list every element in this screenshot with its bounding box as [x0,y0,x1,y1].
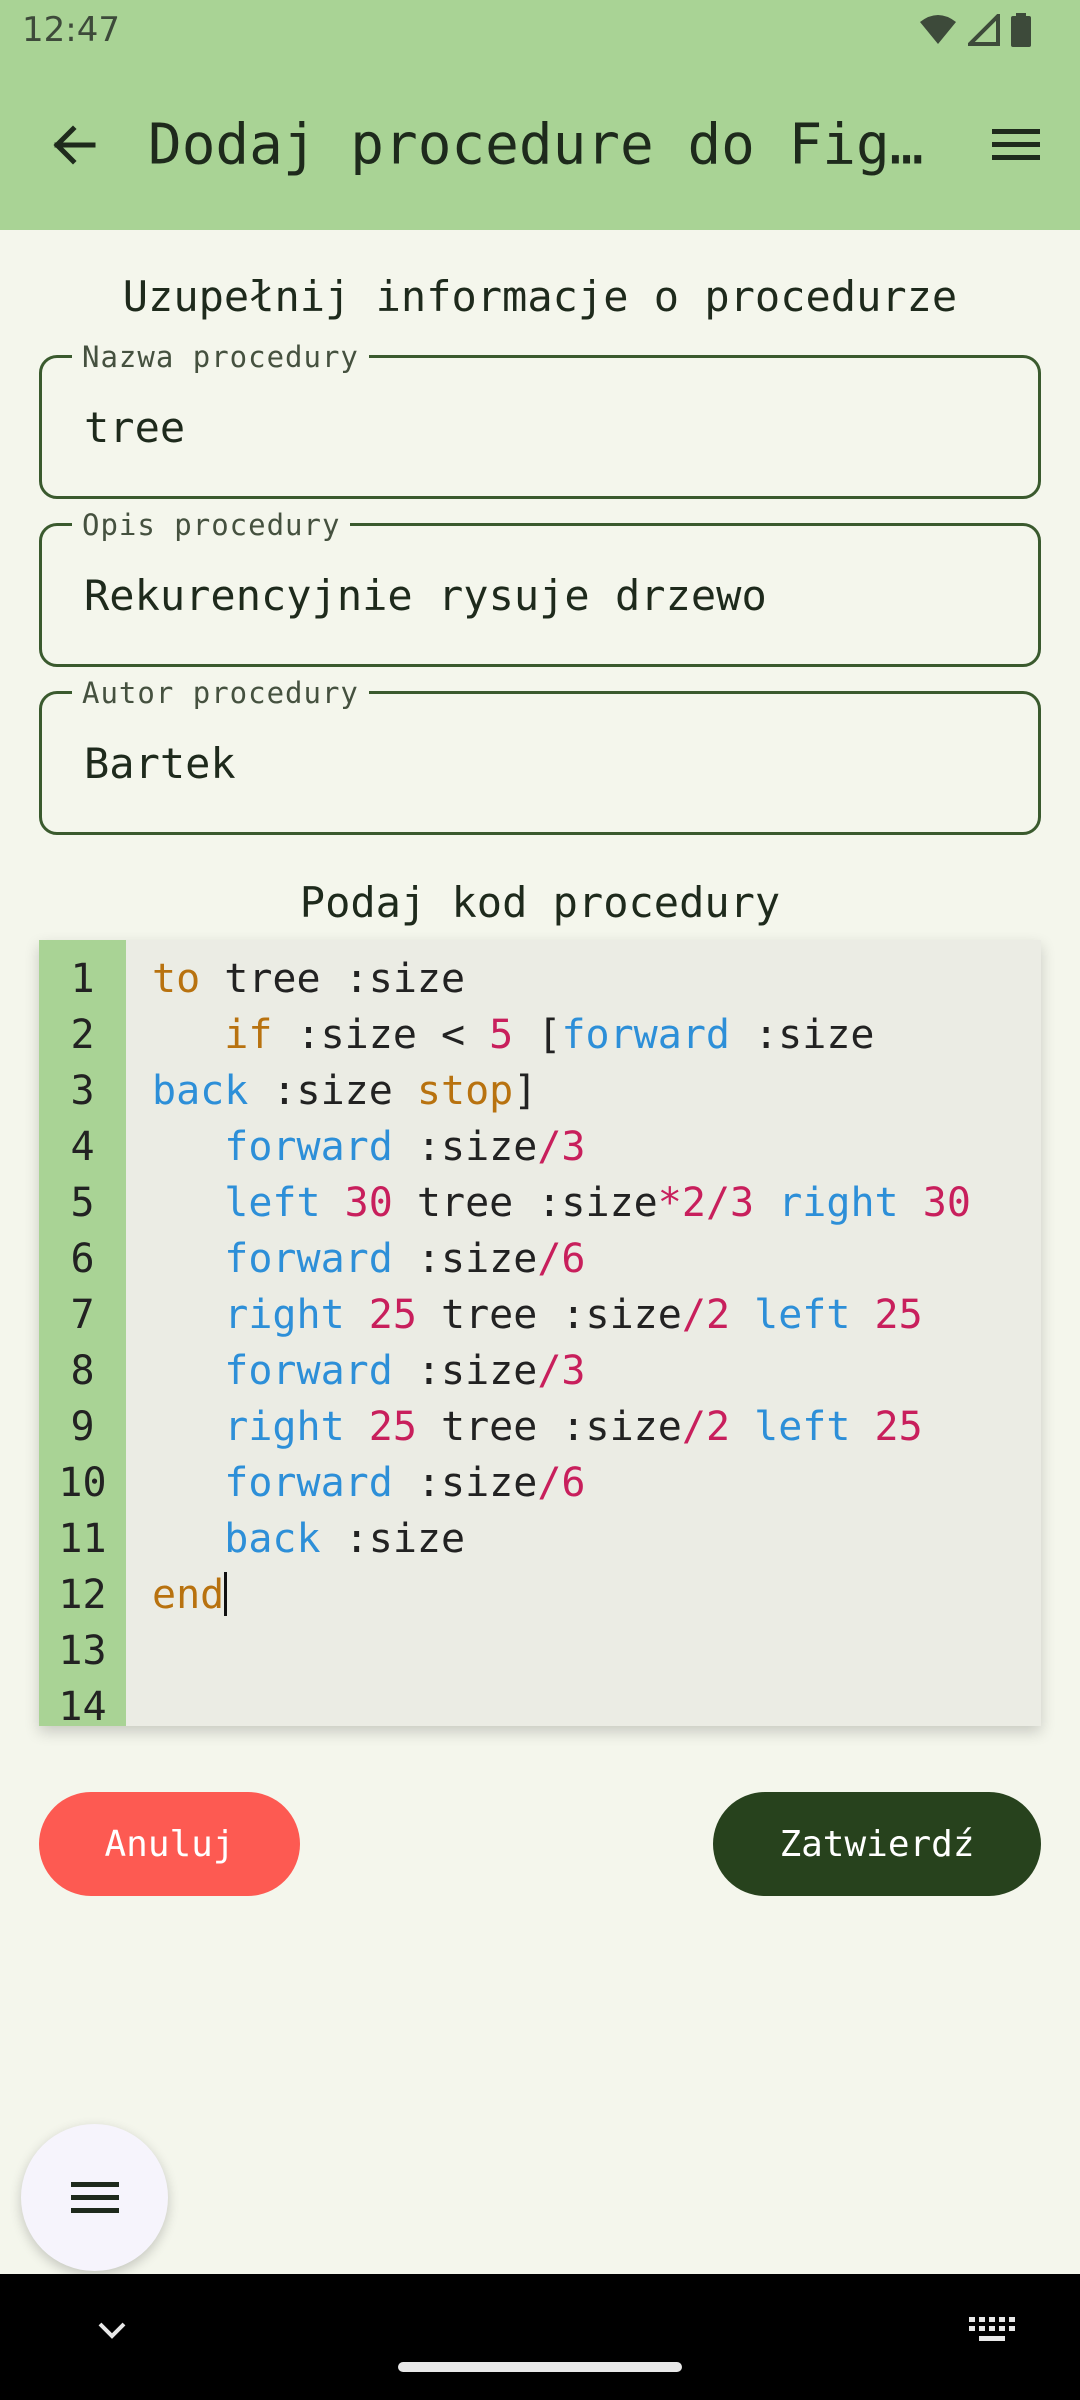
line-number: 6 [70,1236,95,1282]
code-line[interactable]: forward :size/3 [152,1119,1041,1175]
confirm-button[interactable]: Zatwierdź [713,1792,1041,1896]
system-nav-bar [0,2274,1080,2400]
code-line[interactable]: back :size [152,1511,1041,1567]
code-area[interactable]: to tree :size if :size < 5 [forward :siz… [126,940,1041,1726]
code-line[interactable]: right 25 tree :size/2 left 25 [152,1287,1041,1343]
procedure-description-field[interactable]: Opis procedury Rekurencyjnie rysuje drze… [39,509,1041,667]
wifi-icon [920,15,956,44]
line-number-gutter: 1 2 3 4 5 6 7 8 9 10 11 12 13 14 [39,940,126,1730]
code-line[interactable]: right 25 tree :size/2 left 25 [152,1399,1041,1455]
line-number: 13 [58,1628,107,1674]
hamburger-menu-icon [992,129,1040,160]
procedure-name-input[interactable]: tree [84,358,1004,496]
code-line[interactable]: back :size stop] [152,1063,1041,1119]
line-number: 12 [58,1572,107,1618]
status-time: 12:47 [22,10,120,50]
status-bar: 12:47 [0,0,1080,60]
hide-keyboard-button[interactable] [90,2308,134,2352]
back-button[interactable] [38,109,110,181]
procedure-description-input[interactable]: Rekurencyjnie rysuje drzewo [84,526,1004,664]
code-line[interactable]: to tree :size [152,951,1041,1007]
procedure-name-field[interactable]: Nazwa procedury tree [39,341,1041,499]
home-handle[interactable] [398,2362,682,2372]
line-number: 8 [70,1348,95,1394]
line-number: 10 [58,1460,107,1506]
cancel-button[interactable]: Anuluj [39,1792,300,1896]
procedure-author-input[interactable]: Bartek [84,694,1004,832]
line-number: 3 [70,1068,95,1114]
text-cursor [224,1572,228,1616]
line-number: 7 [70,1292,95,1338]
code-line[interactable]: left 30 tree :size*2/3 right 30 [152,1175,1041,1231]
code-line[interactable]: forward :size/6 [152,1455,1041,1511]
code-line[interactable]: forward :size/3 [152,1343,1041,1399]
code-line[interactable]: end [152,1567,1041,1623]
line-number: 2 [70,1012,95,1058]
keyboard-switch-button[interactable] [966,2308,1018,2352]
line-number: 4 [70,1124,95,1170]
keyboard-icon [969,2317,1015,2341]
hamburger-menu-icon [70,2181,119,2213]
procedure-author-field[interactable]: Autor procedury Bartek [39,677,1041,835]
battery-icon [1011,13,1031,47]
chevron-down-icon [98,2322,126,2339]
code-line[interactable] [152,1679,1041,1735]
code-heading: Podaj kod procedury [299,878,781,927]
line-number: 14 [58,1684,107,1730]
line-number: 5 [70,1180,95,1226]
code-line[interactable] [152,1623,1041,1679]
status-icons [918,13,1032,47]
line-number: 1 [70,956,95,1002]
code-line[interactable]: if :size < 5 [forward :size [152,1007,1041,1063]
menu-fab[interactable] [21,2124,168,2271]
line-number: 9 [70,1404,95,1450]
signal-icon [968,14,1000,46]
form-heading: Uzupełnij informacje o procedurze [122,272,958,321]
page-title: Dodaj procedure do Fig… [148,112,924,178]
arrow-back-icon [53,125,96,165]
app-bar: Dodaj procedure do Fig… [0,60,1080,230]
code-line[interactable]: forward :size/6 [152,1231,1041,1287]
code-editor[interactable]: 1 2 3 4 5 6 7 8 9 10 11 12 13 14 to tree :size if :si… [39,940,1041,1730]
line-number: 11 [58,1516,107,1562]
menu-button[interactable] [980,109,1052,181]
